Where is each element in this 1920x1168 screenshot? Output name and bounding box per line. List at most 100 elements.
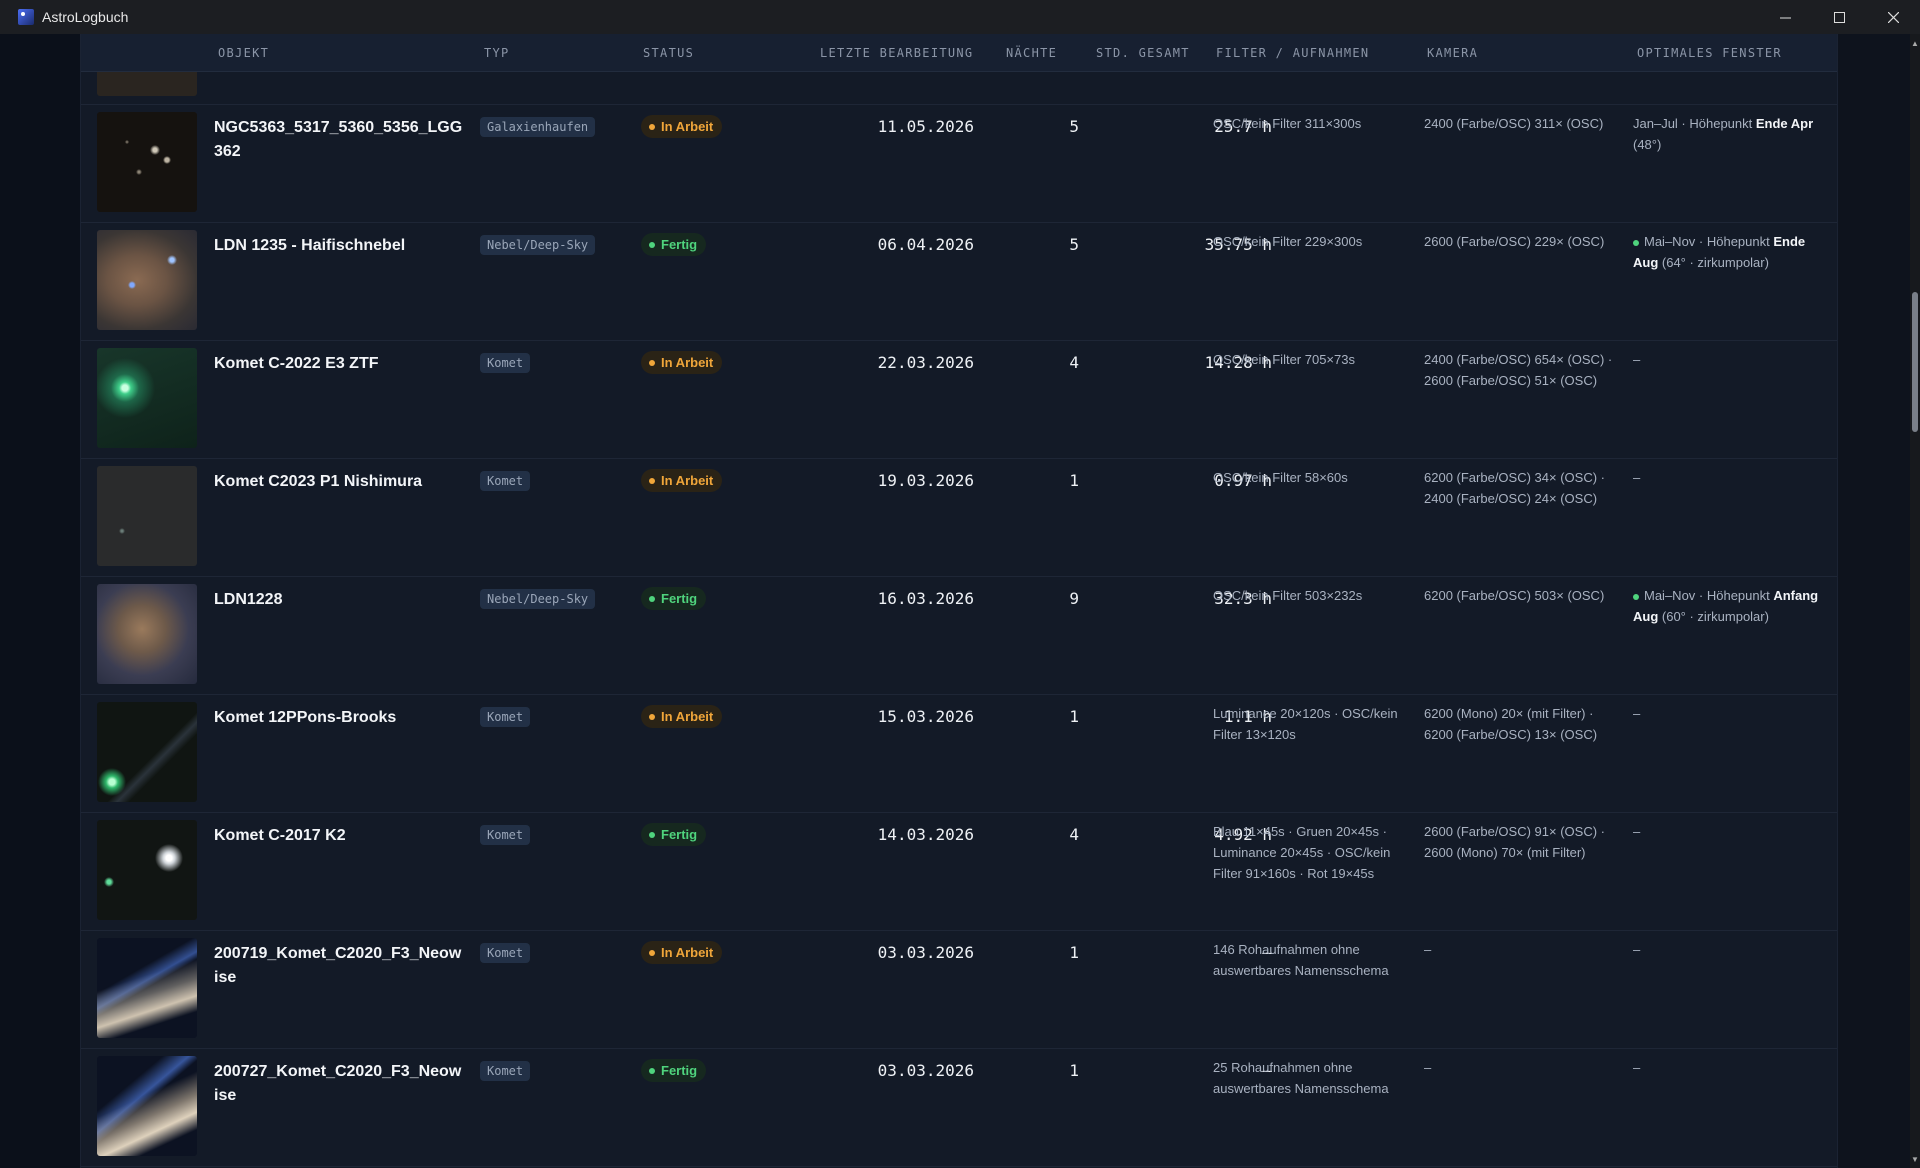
nights-count: 4 <box>1069 825 1079 844</box>
object-thumbnail[interactable] <box>97 938 197 1038</box>
camera-info: 2400 (Farbe/OSC) 311× (OSC) <box>1424 116 1604 131</box>
camera-info: – <box>1424 942 1432 957</box>
scroll-down-icon[interactable]: ▼ <box>1911 1156 1919 1164</box>
object-name[interactable]: 200727_Komet_C2020_F3_Neowise <box>214 1060 464 1108</box>
col-header-naechte[interactable]: NÄCHTE <box>1006 46 1057 60</box>
col-header-filter[interactable]: FILTER / AUFNAHMEN <box>1216 46 1369 60</box>
maximize-icon <box>1833 11 1845 23</box>
col-header-optimales-fenster[interactable]: OPTIMALES FENSTER <box>1637 46 1782 60</box>
table-row[interactable]: NGC5363_5317_5360_5356_LGG362 Galaxienhau… <box>81 104 1837 223</box>
left-gutter <box>0 34 80 1168</box>
table-row[interactable]: Komet C2023 P1 Nishimura Komet In Arbeit 19… <box>81 458 1837 577</box>
status-badge: Fertig <box>641 587 707 610</box>
table-header: OBJEKT TYP STATUS LETZTE BEARBEITUNG NÄC… <box>81 34 1837 72</box>
camera-info: 6200 (Mono) 20× (mit Filter) · 6200 (Far… <box>1424 706 1598 742</box>
window-text: – <box>1633 942 1641 957</box>
object-thumbnail[interactable] <box>97 702 197 802</box>
visibility-dot-icon <box>1633 593 1639 600</box>
camera-info: – <box>1424 1060 1432 1075</box>
last-edit-date: 22.03.2026 <box>877 353 974 372</box>
filters-captures: OSC/kein Filter 58×60s <box>1213 470 1348 485</box>
close-icon <box>1887 11 1899 23</box>
table-row[interactable]: 200727_Komet_C2020_F3_Neowise Komet Fertig… <box>81 1048 1837 1167</box>
status-label: Fertig <box>661 1063 698 1078</box>
table-row[interactable]: LDN1228 Nebel/Deep-Sky Fertig 16.03.2026 9 32… <box>81 576 1837 695</box>
filters-captures: Blau 11×45s · Gruen 20×45s · Luminance 2… <box>1213 824 1391 881</box>
col-header-kamera[interactable]: KAMERA <box>1427 46 1478 60</box>
object-name[interactable]: LDN1228 <box>214 588 464 612</box>
object-name[interactable]: Komet C-2022 E3 ZTF <box>214 352 464 376</box>
object-thumbnail[interactable] <box>97 230 197 330</box>
col-header-typ[interactable]: TYP <box>484 46 510 60</box>
status-label: Fertig <box>661 591 698 606</box>
table-row[interactable]: Komet C-2017 K2 Komet Fertig 14.03.2026 4 4.9… <box>81 812 1837 931</box>
object-name[interactable]: LDN 1235 - Haifischnebel <box>214 234 464 258</box>
type-badge: Komet <box>480 1061 531 1081</box>
window-text: – <box>1633 824 1641 839</box>
filters-captures: OSC/kein Filter 705×73s <box>1213 352 1355 367</box>
window-text: Mai–Nov · Höhepunkt <box>1644 588 1774 603</box>
window-text: – <box>1633 470 1641 485</box>
scrollbar-thumb[interactable] <box>1912 292 1918 432</box>
object-thumbnail[interactable] <box>97 820 197 920</box>
window-title: AstroLogbuch <box>42 9 129 25</box>
window-text: Jan–Jul · Höhepunkt <box>1633 116 1756 131</box>
filters-captures: 146 Rohaufnahmen ohne auswertbares Namen… <box>1213 942 1389 978</box>
scroll-up-icon[interactable]: ▲ <box>1911 40 1919 48</box>
type-badge: Komet <box>480 707 531 727</box>
object-thumbnail[interactable] <box>97 112 197 212</box>
status-dot-icon <box>649 949 655 956</box>
object-name[interactable]: 200719_Komet_C2020_F3_Neowise <box>214 942 464 990</box>
window-text: – <box>1633 706 1641 721</box>
status-dot-icon <box>649 1067 655 1074</box>
col-header-std-gesamt[interactable]: STD. GESAMT <box>1096 46 1190 60</box>
app-logo-icon <box>18 9 34 25</box>
optimal-window: Mai–Nov · Höhepunkt Anfang Aug (60° · zi… <box>1633 585 1823 627</box>
table-row[interactable]: Komet 12PPons-Brooks Komet In Arbeit 15.03.… <box>81 694 1837 813</box>
table-row[interactable]: LDN 1235 - Haifischnebel Nebel/Deep-Sky Fe… <box>81 222 1837 341</box>
camera-info: 6200 (Farbe/OSC) 34× (OSC) · 2400 (Farbe… <box>1424 470 1605 506</box>
col-header-objekt[interactable]: OBJEKT <box>218 46 269 60</box>
object-name[interactable]: Komet C2023 P1 Nishimura <box>214 470 464 494</box>
object-name[interactable]: Komet C-2017 K2 <box>214 824 464 848</box>
object-thumbnail[interactable] <box>97 584 197 684</box>
object-name[interactable]: NGC5363_5317_5360_5356_LGG362 <box>214 116 464 164</box>
col-header-status[interactable]: STATUS <box>643 46 694 60</box>
table-row[interactable]: 200719_Komet_C2020_F3_Neowise Komet In Arb… <box>81 930 1837 1049</box>
status-dot-icon <box>649 713 655 720</box>
window-detail: (60° · zirkumpolar) <box>1658 609 1769 624</box>
status-label: In Arbeit <box>661 119 714 134</box>
last-edit-date: 03.03.2026 <box>877 943 974 962</box>
status-badge: In Arbeit <box>641 469 723 492</box>
window-text: – <box>1633 1060 1641 1075</box>
minimize-button[interactable] <box>1758 0 1812 34</box>
status-label: Fertig <box>661 237 698 252</box>
last-edit-date: 11.05.2026 <box>877 117 974 136</box>
nights-count: 9 <box>1069 589 1079 608</box>
maximize-button[interactable] <box>1812 0 1866 34</box>
object-thumbnail[interactable] <box>97 466 197 566</box>
filters-captures: OSC/kein Filter 311×300s <box>1213 116 1362 131</box>
object-name[interactable]: Komet 12PPons-Brooks <box>214 706 464 730</box>
vertical-scrollbar[interactable]: ▲ ▼ <box>1910 34 1920 1168</box>
optimal-window: – <box>1633 467 1823 488</box>
col-header-letzte-bearbeitung[interactable]: LETZTE BEARBEITUNG <box>820 46 973 60</box>
last-edit-date: 14.03.2026 <box>877 825 974 844</box>
status-badge: In Arbeit <box>641 705 723 728</box>
close-button[interactable] <box>1866 0 1920 34</box>
object-thumbnail[interactable] <box>97 1056 197 1156</box>
camera-info: 2600 (Farbe/OSC) 229× (OSC) <box>1424 234 1605 249</box>
table-row[interactable]: Komet C-2022 E3 ZTF Komet In Arbeit 22.03.2… <box>81 340 1837 459</box>
filters-captures: OSC/kein Filter 229×300s <box>1213 234 1363 249</box>
optimal-window: – <box>1633 821 1823 842</box>
type-badge: Nebel/Deep-Sky <box>480 235 596 255</box>
window-text: Mai–Nov · Höhepunkt <box>1644 234 1774 249</box>
optimal-window: – <box>1633 939 1823 960</box>
nights-count: 5 <box>1069 235 1079 254</box>
optimal-window: – <box>1633 703 1823 724</box>
object-thumbnail[interactable] <box>97 348 197 448</box>
window-peak: Ende Apr <box>1755 116 1814 131</box>
status-label: In Arbeit <box>661 355 714 370</box>
window-text: – <box>1633 352 1641 367</box>
last-edit-date: 19.03.2026 <box>877 471 974 490</box>
